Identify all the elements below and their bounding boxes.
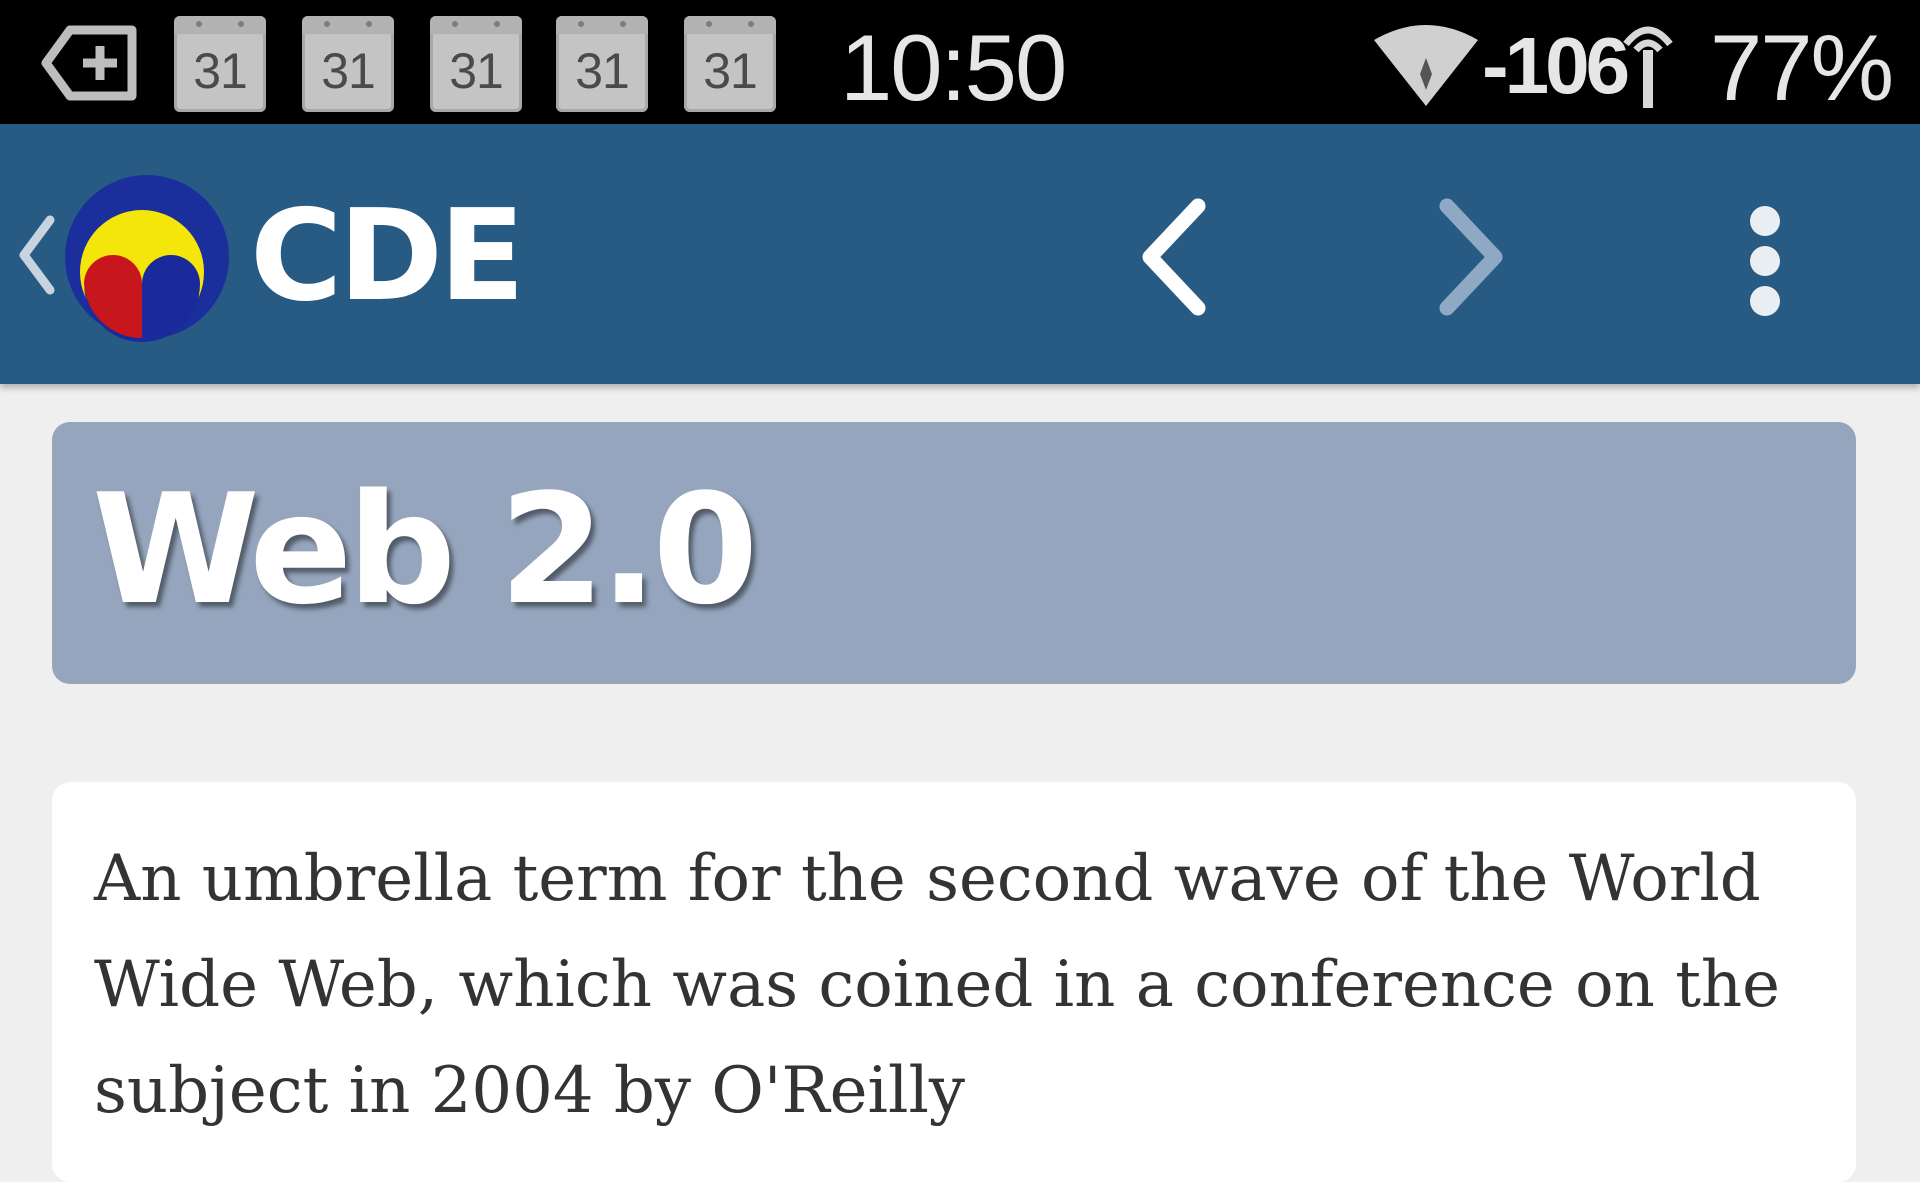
definition-text: An umbrella term for the second wave of …: [94, 842, 1780, 1128]
app-title: CDE: [250, 182, 525, 329]
overflow-menu-button[interactable]: [1700, 184, 1830, 334]
more-vert-icon: [1750, 246, 1780, 276]
more-vert-icon: [1750, 286, 1780, 316]
calendar-icon: 31: [302, 16, 394, 112]
calendar-icon: 31: [430, 16, 522, 112]
clock: 10:50: [840, 15, 1067, 120]
calendar-icon: 31: [684, 16, 776, 112]
calendar-day: 31: [321, 43, 376, 99]
chevron-left-icon[interactable]: [14, 210, 58, 300]
back-button[interactable]: [1100, 182, 1250, 332]
chevron-right-icon: [1439, 198, 1503, 316]
definition-card: An umbrella term for the second wave of …: [52, 782, 1856, 1182]
calendar-day: 31: [193, 43, 248, 99]
chevron-left-icon: [1142, 198, 1206, 316]
notification-back-icon: [41, 25, 137, 101]
term-banner: Web 2.0: [52, 422, 1856, 684]
cde-logo: [65, 175, 229, 342]
antenna-icon: [1623, 26, 1673, 108]
more-vert-icon: [1750, 206, 1780, 236]
calendar-day: 31: [575, 43, 630, 99]
battery-level: 77%: [1710, 15, 1894, 120]
term-title: Web 2.0: [92, 461, 758, 638]
calendar-day: 31: [449, 43, 504, 99]
forward-button[interactable]: [1395, 182, 1545, 332]
calendar-day: 31: [703, 43, 758, 99]
calendar-icon: 31: [556, 16, 648, 112]
app-bar: CDE: [0, 124, 1920, 384]
signal-strength: -106: [1482, 21, 1630, 110]
status-bar: 31 31 31 31 31 10:50 -106 77%: [0, 0, 1920, 124]
wifi-icon: [1374, 25, 1478, 106]
calendar-icon: 31: [174, 16, 266, 112]
